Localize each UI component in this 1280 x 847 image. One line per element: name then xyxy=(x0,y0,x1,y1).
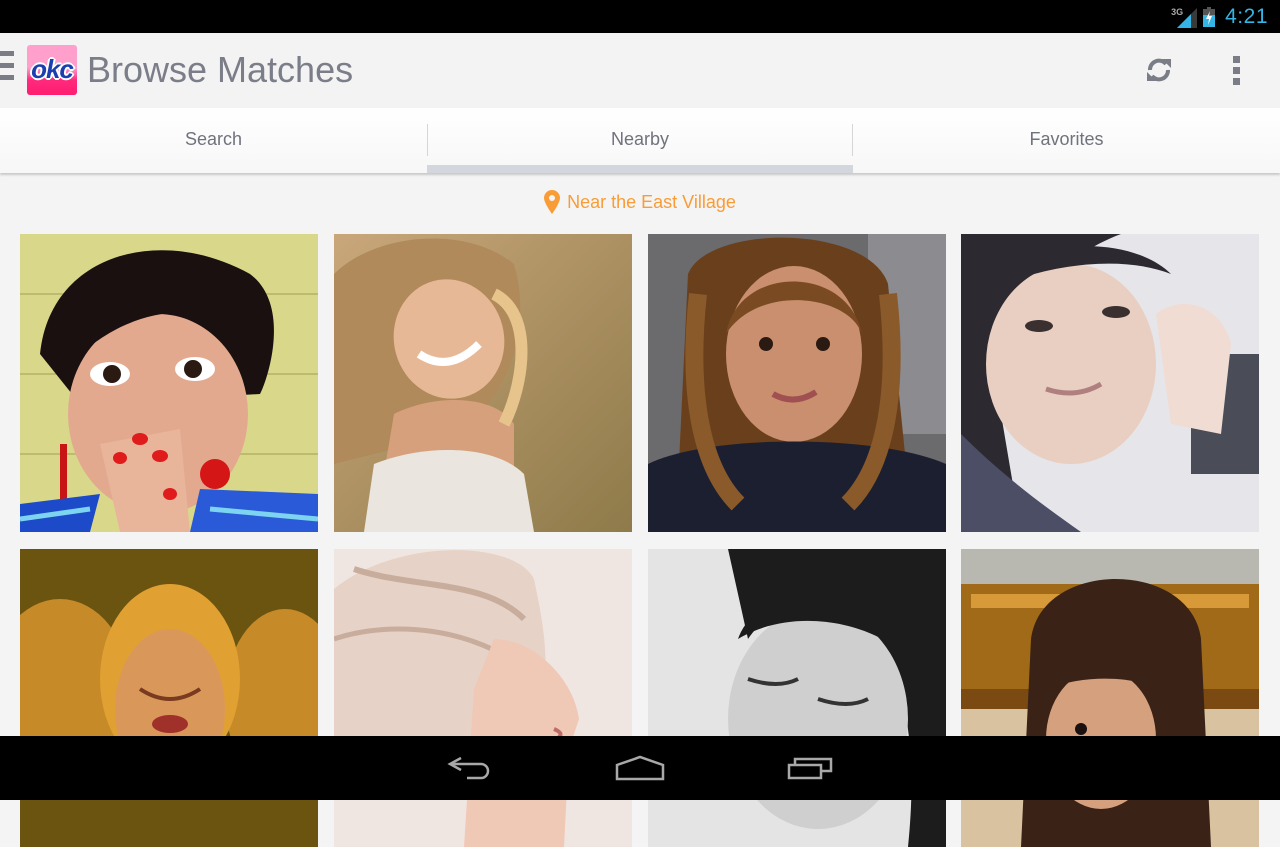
match-tile[interactable] xyxy=(648,234,946,532)
system-nav-bar xyxy=(0,736,1280,800)
battery-charging-icon xyxy=(1203,6,1216,27)
refresh-icon xyxy=(1147,58,1171,82)
match-tile[interactable] xyxy=(334,234,632,532)
status-bar: 3G 4:21 xyxy=(0,0,1280,33)
clock: 4:21 xyxy=(1225,4,1268,28)
refresh-button[interactable] xyxy=(1137,47,1181,93)
tab-search[interactable]: Search xyxy=(0,108,427,173)
match-tile[interactable] xyxy=(20,549,318,847)
recent-apps-button[interactable] xyxy=(771,746,851,790)
home-button[interactable] xyxy=(600,746,680,790)
page-title: Browse Matches xyxy=(87,49,354,90)
home-icon xyxy=(615,755,665,781)
signal-icon: 3G xyxy=(1171,4,1198,30)
tab-bar: Search Nearby Favorites xyxy=(0,108,1280,173)
back-icon xyxy=(447,756,490,780)
profile-photo xyxy=(334,549,632,847)
status-icons: 3G 4:21 xyxy=(1171,0,1268,33)
tab-label: Search xyxy=(184,129,243,149)
overflow-menu-button[interactable] xyxy=(1216,47,1256,93)
drawer-menu-icon[interactable] xyxy=(0,51,16,89)
location-label: Near the East Village xyxy=(567,191,736,212)
tab-nearby[interactable]: Nearby xyxy=(427,108,853,173)
profile-photo xyxy=(20,549,318,847)
profile-photo xyxy=(648,549,946,847)
recent-apps-icon xyxy=(787,757,833,780)
location-filter[interactable]: Near the East Village xyxy=(0,186,1280,218)
profile-photo xyxy=(334,234,632,532)
back-button[interactable] xyxy=(430,746,510,790)
map-pin-icon xyxy=(544,190,561,214)
profile-photo xyxy=(961,549,1259,847)
logo-text: okc xyxy=(31,54,74,84)
match-tile[interactable] xyxy=(20,234,318,532)
tab-label: Nearby xyxy=(610,129,670,149)
tab-label: Favorites xyxy=(1029,129,1104,149)
profile-photo xyxy=(20,234,318,532)
match-tile[interactable] xyxy=(648,549,946,847)
match-tile[interactable] xyxy=(961,234,1259,532)
tab-favorites[interactable]: Favorites xyxy=(853,108,1280,173)
overflow-menu-icon xyxy=(1232,55,1240,63)
match-tile[interactable] xyxy=(961,549,1259,847)
profile-photo xyxy=(961,234,1259,532)
match-tile[interactable] xyxy=(334,549,632,847)
app-logo[interactable]: okc xyxy=(27,45,77,95)
action-bar: okc Browse Matches xyxy=(0,33,1280,108)
profile-photo xyxy=(648,234,946,532)
